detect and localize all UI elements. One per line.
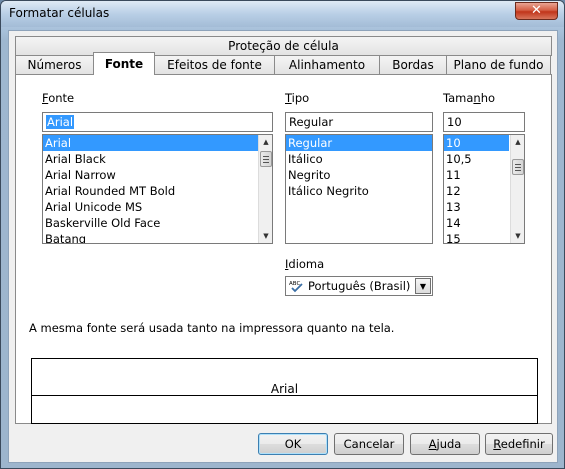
spellcheck-icon: ABC (289, 281, 303, 293)
scroll-down-arrow-icon[interactable]: ▼ (259, 229, 272, 243)
style-list-item[interactable]: Regular (286, 135, 432, 151)
font-list-item[interactable]: Arial Narrow (43, 167, 272, 183)
font-preview: Arial (31, 358, 538, 424)
font-name-value: Arial (46, 115, 75, 129)
style-list-item[interactable]: Negrito (286, 167, 432, 183)
scroll-thumb[interactable] (512, 159, 524, 175)
size-label-rest: ho (480, 91, 496, 105)
font-list-item[interactable]: Arial (43, 135, 272, 151)
help-button[interactable]: Ajuda (410, 433, 480, 455)
reset-button[interactable]: Redefinir (485, 433, 553, 455)
reset-button-rest: edefinir (500, 437, 545, 451)
style-list-item[interactable]: Itálico (286, 151, 432, 167)
language-value: Português (Brasil) (308, 279, 411, 293)
language-select[interactable]: ABC Português (Brasil) ▼ (285, 276, 433, 296)
language-label-rest: dioma (288, 257, 325, 271)
help-button-rest: juda (436, 437, 462, 451)
info-text: A mesma fonte será usada tanto na impres… (29, 321, 395, 335)
tab-plano-de-fundo[interactable]: Plano de fundo (446, 55, 551, 75)
window-title: Formatar células (9, 6, 110, 20)
font-listbox[interactable]: Arial Arial Black Arial Narrow Arial Rou… (42, 134, 273, 244)
size-label-pre: Tama (443, 91, 474, 105)
dialog-window: Formatar células ✕ Proteção de célula Nú… (0, 0, 565, 469)
help-button-accel: A (428, 437, 437, 451)
scroll-thumb[interactable] (260, 151, 272, 167)
font-tab-panel: Fonte Arial Arial Arial Black Arial Narr… (15, 74, 552, 424)
font-list-item[interactable]: Arial Unicode MS (43, 199, 272, 215)
size-list-item[interactable]: 10 (444, 135, 509, 151)
tab-fonte[interactable]: Fonte (93, 52, 155, 75)
scroll-up-arrow-icon[interactable]: ▲ (259, 135, 272, 149)
font-list-item[interactable]: Batang (43, 231, 272, 243)
font-scrollbar[interactable]: ▲ ▼ (258, 135, 272, 243)
font-list-item[interactable]: Arial Rounded MT Bold (43, 183, 272, 199)
language-label: Idioma (285, 257, 324, 271)
reset-button-accel: R (493, 437, 501, 451)
font-list-item[interactable]: Baskerville Old Face (43, 215, 272, 231)
size-label: Tamanho (443, 91, 495, 105)
font-label-rest: onte (48, 91, 75, 105)
close-icon: ✕ (531, 3, 542, 18)
style-label: Tipo (285, 91, 309, 105)
scroll-up-arrow-icon[interactable]: ▲ (511, 135, 524, 149)
title-bar[interactable]: Formatar células ✕ (1, 1, 564, 27)
style-input[interactable]: Regular (285, 112, 433, 132)
cancel-button[interactable]: Cancelar (334, 433, 404, 455)
style-list-item[interactable]: Itálico Negrito (286, 183, 432, 199)
size-scrollbar[interactable]: ▲ ▼ (510, 135, 524, 243)
scroll-down-arrow-icon[interactable]: ▼ (511, 229, 524, 243)
style-label-rest: ipo (291, 91, 310, 105)
tab-alinhamento[interactable]: Alinhamento (274, 55, 380, 75)
tab-efeitos-de-fonte[interactable]: Efeitos de fonte (154, 55, 275, 75)
font-list-item[interactable]: Arial Black (43, 151, 272, 167)
size-label-accel: n (473, 91, 481, 105)
size-listbox[interactable]: 10 10,5 11 12 13 14 15 ▲ ▼ (443, 134, 525, 244)
style-label-accel: T (285, 91, 292, 105)
tab-bordas[interactable]: Bordas (379, 55, 447, 75)
tab-numeros[interactable]: Números (15, 55, 94, 75)
font-name-input[interactable]: Arial (42, 112, 273, 132)
dialog-client: Proteção de célula Números Fonte Efeitos… (8, 30, 558, 463)
size-input[interactable]: 10 (443, 112, 525, 132)
style-listbox[interactable]: Regular Itálico Negrito Itálico Negrito (285, 134, 433, 244)
ok-button[interactable]: OK (258, 433, 328, 455)
preview-text: Arial (270, 382, 299, 396)
close-button[interactable]: ✕ (515, 2, 558, 20)
font-label: Fonte (42, 91, 74, 105)
chevron-down-icon[interactable]: ▼ (415, 278, 431, 294)
tab-row-front: Números Fonte Efeitos de fonte Alinhamen… (15, 52, 551, 75)
